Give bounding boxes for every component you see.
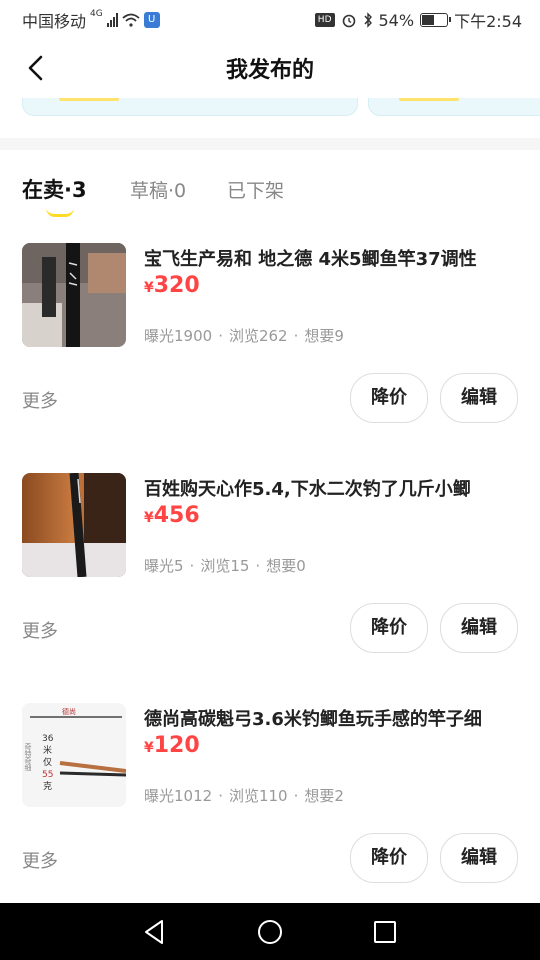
currency-symbol: ¥	[144, 740, 154, 756]
item-price: ¥320	[144, 273, 200, 298]
price-value: 120	[153, 733, 200, 758]
price-value: 456	[153, 503, 200, 528]
carrier-name: 中国移动	[22, 12, 87, 31]
thumb-line2: 米	[43, 744, 52, 756]
item-thumbnail[interactable]	[22, 473, 126, 577]
view-count: 浏览15	[200, 557, 250, 575]
active-tab-indicator	[46, 208, 74, 217]
thumb-line5: 克	[43, 781, 52, 792]
list-item[interactable]: 宝飞生产易和 地之德 4米5鲫鱼竿37调性 ¥320 曝光1900 · 浏览262 ·…	[0, 243, 540, 443]
item-stats: 曝光1900 · 浏览262 · 想要9	[144, 327, 344, 345]
item-thumbnail[interactable]	[22, 243, 126, 347]
header: 我发布的	[0, 36, 540, 100]
item-stats: 曝光5 · 浏览15 · 想要0	[144, 557, 306, 575]
list-item[interactable]: 德尚 36 米 仅 55 克 奇特奇细 德尚高碳魁弓3.6米钓鲫鱼玩手感的竿子细…	[0, 703, 540, 903]
status-right: HD 54% 下午2:54	[314, 8, 522, 32]
list-item[interactable]: 百姓购天心作5.4,下水二次钓了几斤小鲫 ¥456 曝光5 · 浏览15 · 想要0 更…	[0, 473, 540, 673]
thumb-brand: 德尚	[62, 707, 76, 716]
battery-percent: 54%	[378, 10, 415, 30]
price-cut-button[interactable]: 降价	[350, 833, 428, 883]
recents-square-icon[interactable]	[370, 917, 400, 947]
thumb-line1: 36	[42, 734, 54, 744]
thumb-line3: 仅	[43, 756, 52, 768]
system-nav-bar	[0, 903, 540, 960]
exposure-count: 曝光5	[144, 557, 184, 575]
item-title[interactable]: 宝飞生产易和 地之德 4米5鲫鱼竿37调性	[144, 245, 524, 271]
more-button[interactable]: 更多	[22, 387, 58, 413]
status-left: 中国移动 4G U	[22, 8, 160, 32]
back-triangle-icon[interactable]	[140, 917, 170, 947]
want-count: 想要0	[266, 557, 306, 575]
promo-card[interactable]	[22, 98, 358, 116]
price-cut-button[interactable]: 降价	[350, 373, 428, 423]
item-price: ¥120	[144, 733, 200, 758]
item-thumbnail[interactable]: 德尚 36 米 仅 55 克 奇特奇细	[22, 703, 126, 807]
currency-symbol: ¥	[144, 510, 154, 526]
network-type: 4G	[90, 9, 103, 19]
currency-symbol: ¥	[144, 280, 154, 296]
price-cut-button[interactable]: 降价	[350, 603, 428, 653]
more-button[interactable]: 更多	[22, 617, 58, 643]
signal-icon	[106, 13, 118, 27]
thumb-line4: 55	[42, 770, 53, 780]
battery-icon	[420, 13, 452, 27]
price-value: 320	[153, 273, 200, 298]
exposure-count: 曝光1012	[144, 787, 213, 805]
clock: 下午2:54	[454, 12, 522, 31]
tab-delisted[interactable]: 已下架	[227, 176, 284, 203]
wifi-icon	[122, 13, 140, 27]
tab-bar: 在卖·3 草稿·0 已下架	[0, 172, 540, 222]
promo-strip[interactable]	[0, 98, 540, 118]
status-bar: 中国移动 4G U HD 54% 下午2:54	[0, 0, 540, 36]
edit-button[interactable]: 编辑	[440, 833, 518, 883]
edit-button[interactable]: 编辑	[440, 603, 518, 653]
alarm-icon	[342, 14, 355, 28]
section-divider	[0, 138, 540, 150]
view-count: 浏览262	[228, 327, 288, 345]
view-count: 浏览110	[228, 787, 288, 805]
want-count: 想要2	[304, 787, 344, 805]
app-notification-icon: U	[143, 12, 160, 28]
thumb-side: 奇特奇细	[24, 742, 32, 772]
tab-on-sale[interactable]: 在卖·3	[22, 174, 87, 204]
bluetooth-icon	[363, 12, 372, 28]
home-circle-icon[interactable]	[255, 917, 285, 947]
hd-icon: HD	[314, 13, 335, 27]
tab-drafts[interactable]: 草稿·0	[130, 176, 186, 203]
item-title[interactable]: 德尚高碳魁弓3.6米钓鲫鱼玩手感的竿子细	[144, 705, 524, 731]
page-title: 我发布的	[225, 58, 314, 83]
promo-card[interactable]	[368, 98, 540, 116]
exposure-count: 曝光1900	[144, 327, 213, 345]
item-title[interactable]: 百姓购天心作5.4,下水二次钓了几斤小鲫	[144, 475, 524, 501]
item-stats: 曝光1012 · 浏览110 · 想要2	[144, 787, 344, 805]
more-button[interactable]: 更多	[22, 847, 58, 873]
want-count: 想要9	[304, 327, 344, 345]
item-price: ¥456	[144, 503, 200, 528]
edit-button[interactable]: 编辑	[440, 373, 518, 423]
